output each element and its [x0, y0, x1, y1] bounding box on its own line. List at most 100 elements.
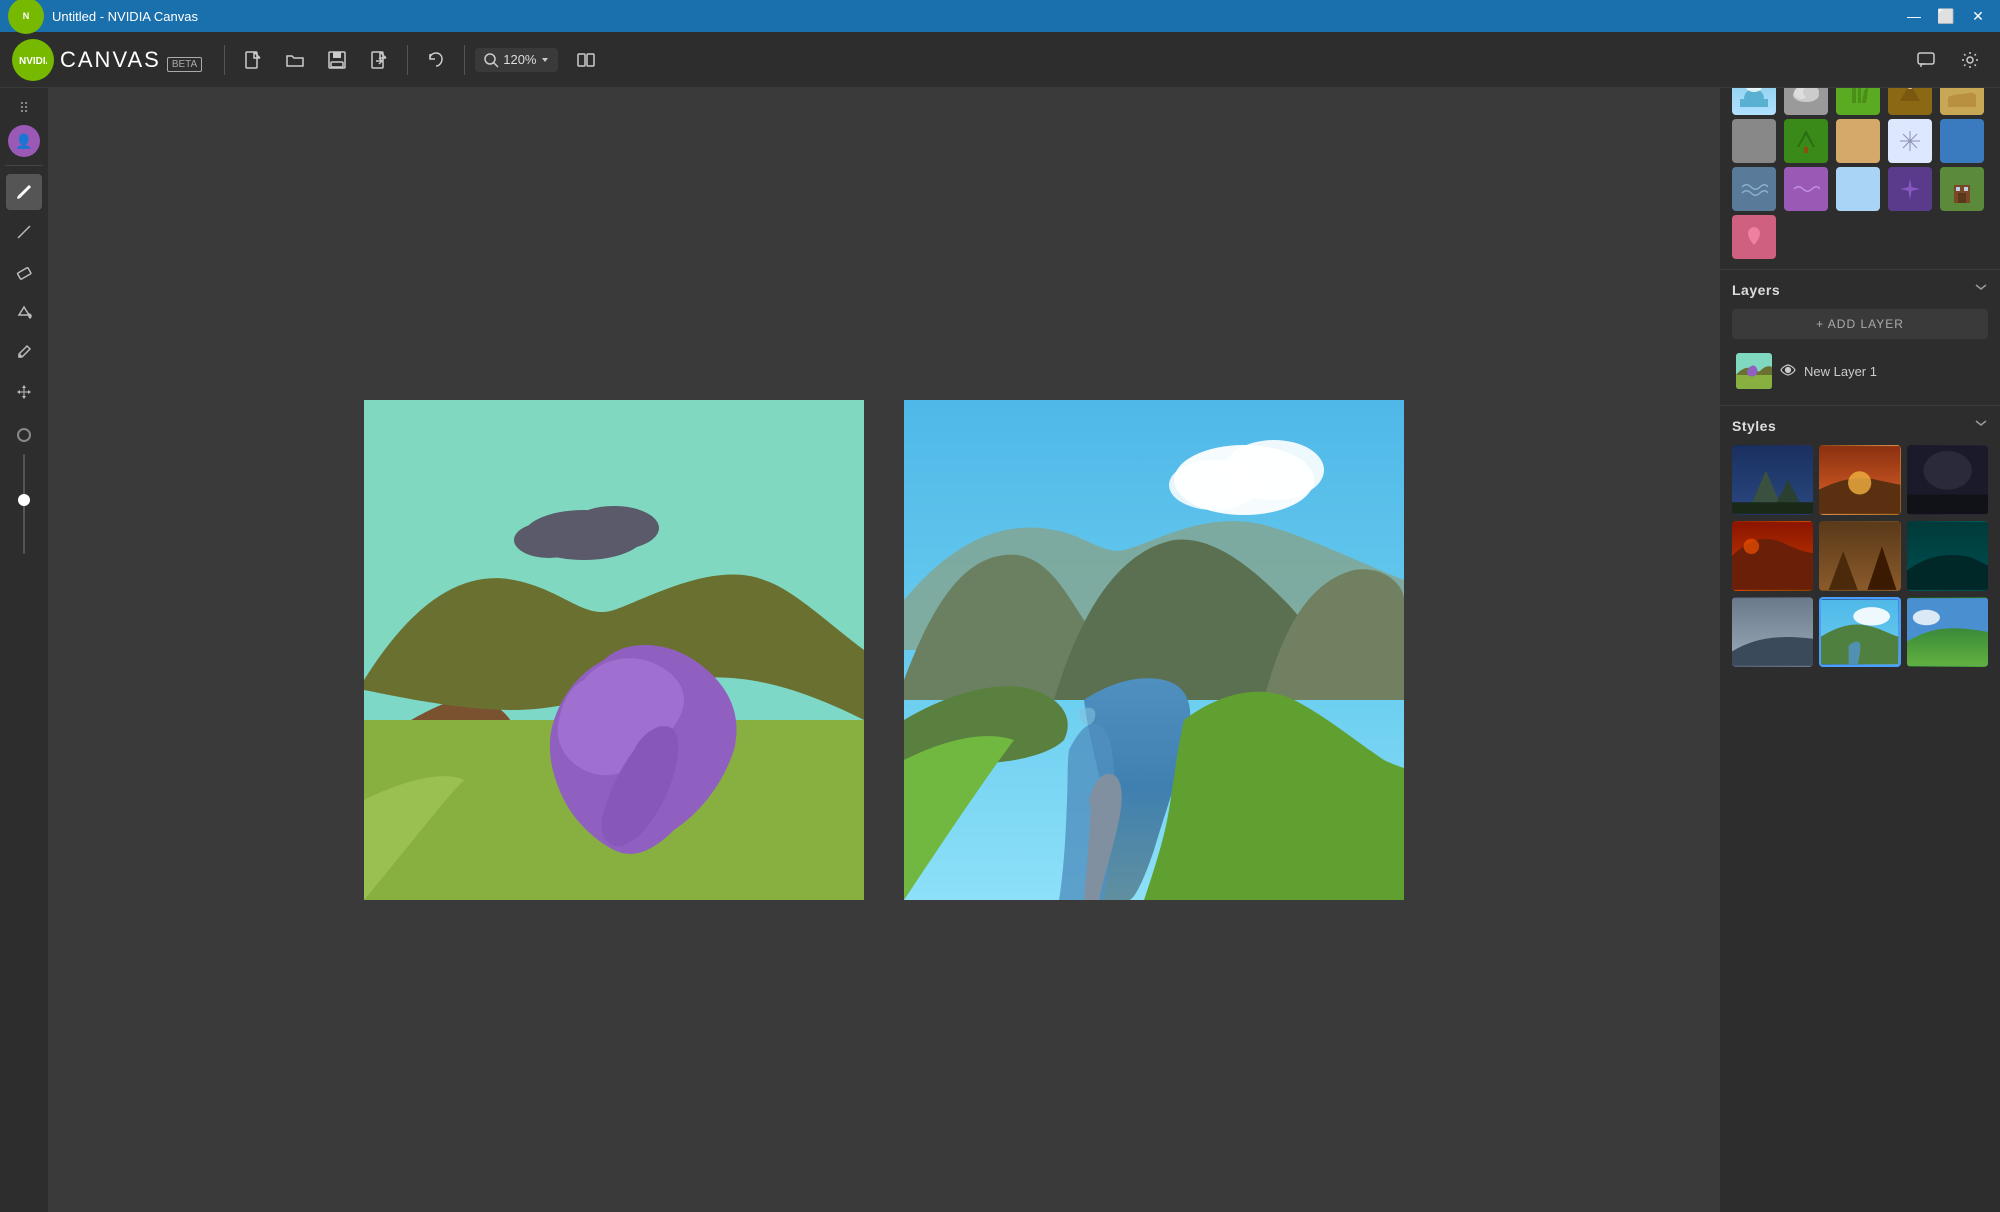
- save-file-button[interactable]: [319, 42, 355, 78]
- layers-list: New Layer 1: [1732, 347, 1988, 395]
- settings-icon: [1960, 50, 1980, 70]
- layer-thumb-svg: [1736, 353, 1772, 389]
- compare-button[interactable]: [568, 42, 604, 78]
- material-snow[interactable]: [1888, 119, 1932, 163]
- styles-collapse-btn[interactable]: [1974, 416, 1988, 435]
- styles-title: Styles: [1732, 418, 1776, 434]
- nvidia-logo-small: N: [8, 0, 44, 34]
- material-tree[interactable]: [1784, 119, 1828, 163]
- style-green-preview: [1907, 597, 1988, 667]
- chat-button[interactable]: [1908, 42, 1944, 78]
- segmentation-canvas[interactable]: [364, 400, 864, 900]
- style-orange-preview: [1732, 521, 1813, 591]
- layer-name-1: New Layer 1: [1804, 364, 1984, 379]
- layers-collapse-icon: [1974, 280, 1988, 294]
- zoom-icon: [483, 52, 499, 68]
- style-night[interactable]: [1732, 445, 1813, 515]
- style-gray[interactable]: [1732, 597, 1813, 667]
- style-gray-preview: [1732, 597, 1813, 667]
- slider-track: [23, 454, 25, 554]
- toolbar-separator-3: [464, 45, 465, 75]
- building-icon: [1948, 175, 1976, 203]
- right-panel: Materials: [1720, 32, 2000, 1212]
- styles-grid: [1732, 445, 1988, 667]
- layers-header: Layers: [1732, 280, 1988, 299]
- materials-grid: [1732, 71, 1988, 259]
- material-stone[interactable]: [1732, 119, 1776, 163]
- main-canvas-area: [48, 88, 1720, 1212]
- toolbar-right: [1908, 42, 1988, 78]
- style-dark-preview: [1907, 445, 1988, 515]
- eyedropper-icon: [15, 343, 33, 361]
- line-tool[interactable]: [6, 214, 42, 250]
- canvas-brand-title: CANVAS: [60, 47, 161, 73]
- brush-size-indicator: [17, 428, 31, 442]
- settings-button[interactable]: [1952, 42, 1988, 78]
- drag-handle: ⠿: [19, 96, 29, 121]
- slider-thumb: [18, 494, 30, 506]
- brush-size-slider[interactable]: [23, 454, 25, 554]
- open-file-button[interactable]: [277, 42, 313, 78]
- purple-water-icon: [1792, 179, 1820, 199]
- style-brown[interactable]: [1819, 521, 1900, 591]
- style-blue-preview: [1821, 599, 1898, 665]
- maximize-button[interactable]: ⬜: [1932, 4, 1960, 28]
- toolbar-brand: NVIDIA CANVAS BETA: [12, 39, 202, 81]
- brush-tool[interactable]: [6, 174, 42, 210]
- layer-item-1[interactable]: New Layer 1: [1732, 347, 1988, 395]
- zoom-value: 120%: [503, 52, 536, 67]
- sparkle-icon: [1896, 175, 1924, 203]
- style-sunset[interactable]: [1819, 445, 1900, 515]
- eyedropper-tool[interactable]: [6, 334, 42, 370]
- close-button[interactable]: ✕: [1964, 4, 1992, 28]
- layer-visibility-toggle[interactable]: [1780, 363, 1796, 379]
- material-purple-water[interactable]: [1784, 167, 1828, 211]
- undo-button[interactable]: [418, 42, 454, 78]
- brush-icon: [15, 183, 33, 201]
- new-file-button[interactable]: [235, 42, 271, 78]
- snow-icon: [1898, 129, 1922, 153]
- add-layer-button[interactable]: + ADD LAYER: [1732, 309, 1988, 339]
- material-light-blue[interactable]: [1836, 167, 1880, 211]
- left-sidebar: ⠿ 👤: [0, 88, 48, 1212]
- fill-tool[interactable]: [6, 294, 42, 330]
- styles-header: Styles: [1732, 416, 1988, 435]
- painting-svg: [364, 400, 864, 900]
- nvidia-logo: NVIDIA: [12, 39, 54, 81]
- style-night-preview: [1732, 445, 1813, 515]
- styles-section: Styles: [1720, 406, 2000, 677]
- pan-tool[interactable]: [6, 374, 42, 410]
- titlebar-controls: — ⬜ ✕: [1900, 4, 1992, 28]
- material-sparkle[interactable]: [1888, 167, 1932, 211]
- tree-icon: [1792, 127, 1820, 155]
- beta-badge: BETA: [167, 57, 202, 72]
- material-building[interactable]: [1940, 167, 1984, 211]
- pan-icon: [15, 383, 33, 401]
- minimize-button[interactable]: —: [1900, 4, 1928, 28]
- material-water-blue[interactable]: [1940, 119, 1984, 163]
- layers-collapse-btn[interactable]: [1974, 280, 1988, 299]
- material-sand[interactable]: [1836, 119, 1880, 163]
- user-avatar[interactable]: 👤: [8, 125, 40, 157]
- zoom-dropdown-icon: [540, 55, 550, 65]
- material-water-wave[interactable]: [1732, 167, 1776, 211]
- style-brown-preview: [1819, 521, 1900, 591]
- zoom-control[interactable]: 120%: [475, 48, 558, 72]
- line-icon: [15, 223, 33, 241]
- style-orange[interactable]: [1732, 521, 1813, 591]
- output-svg: [904, 400, 1404, 900]
- pink-icon: [1740, 223, 1768, 251]
- export-file-button[interactable]: [361, 42, 397, 78]
- material-pink[interactable]: [1732, 215, 1776, 259]
- style-sunset-preview: [1819, 445, 1900, 515]
- toolbar-separator-1: [224, 45, 225, 75]
- water-wave-icon: [1740, 179, 1768, 199]
- style-green[interactable]: [1907, 597, 1988, 667]
- style-dark[interactable]: [1907, 445, 1988, 515]
- style-blue[interactable]: [1819, 597, 1900, 667]
- eraser-tool[interactable]: [6, 254, 42, 290]
- styles-collapse-icon: [1974, 416, 1988, 430]
- style-teal[interactable]: [1907, 521, 1988, 591]
- fill-icon: [15, 303, 33, 321]
- titlebar: N Untitled - NVIDIA Canvas — ⬜ ✕: [0, 0, 2000, 32]
